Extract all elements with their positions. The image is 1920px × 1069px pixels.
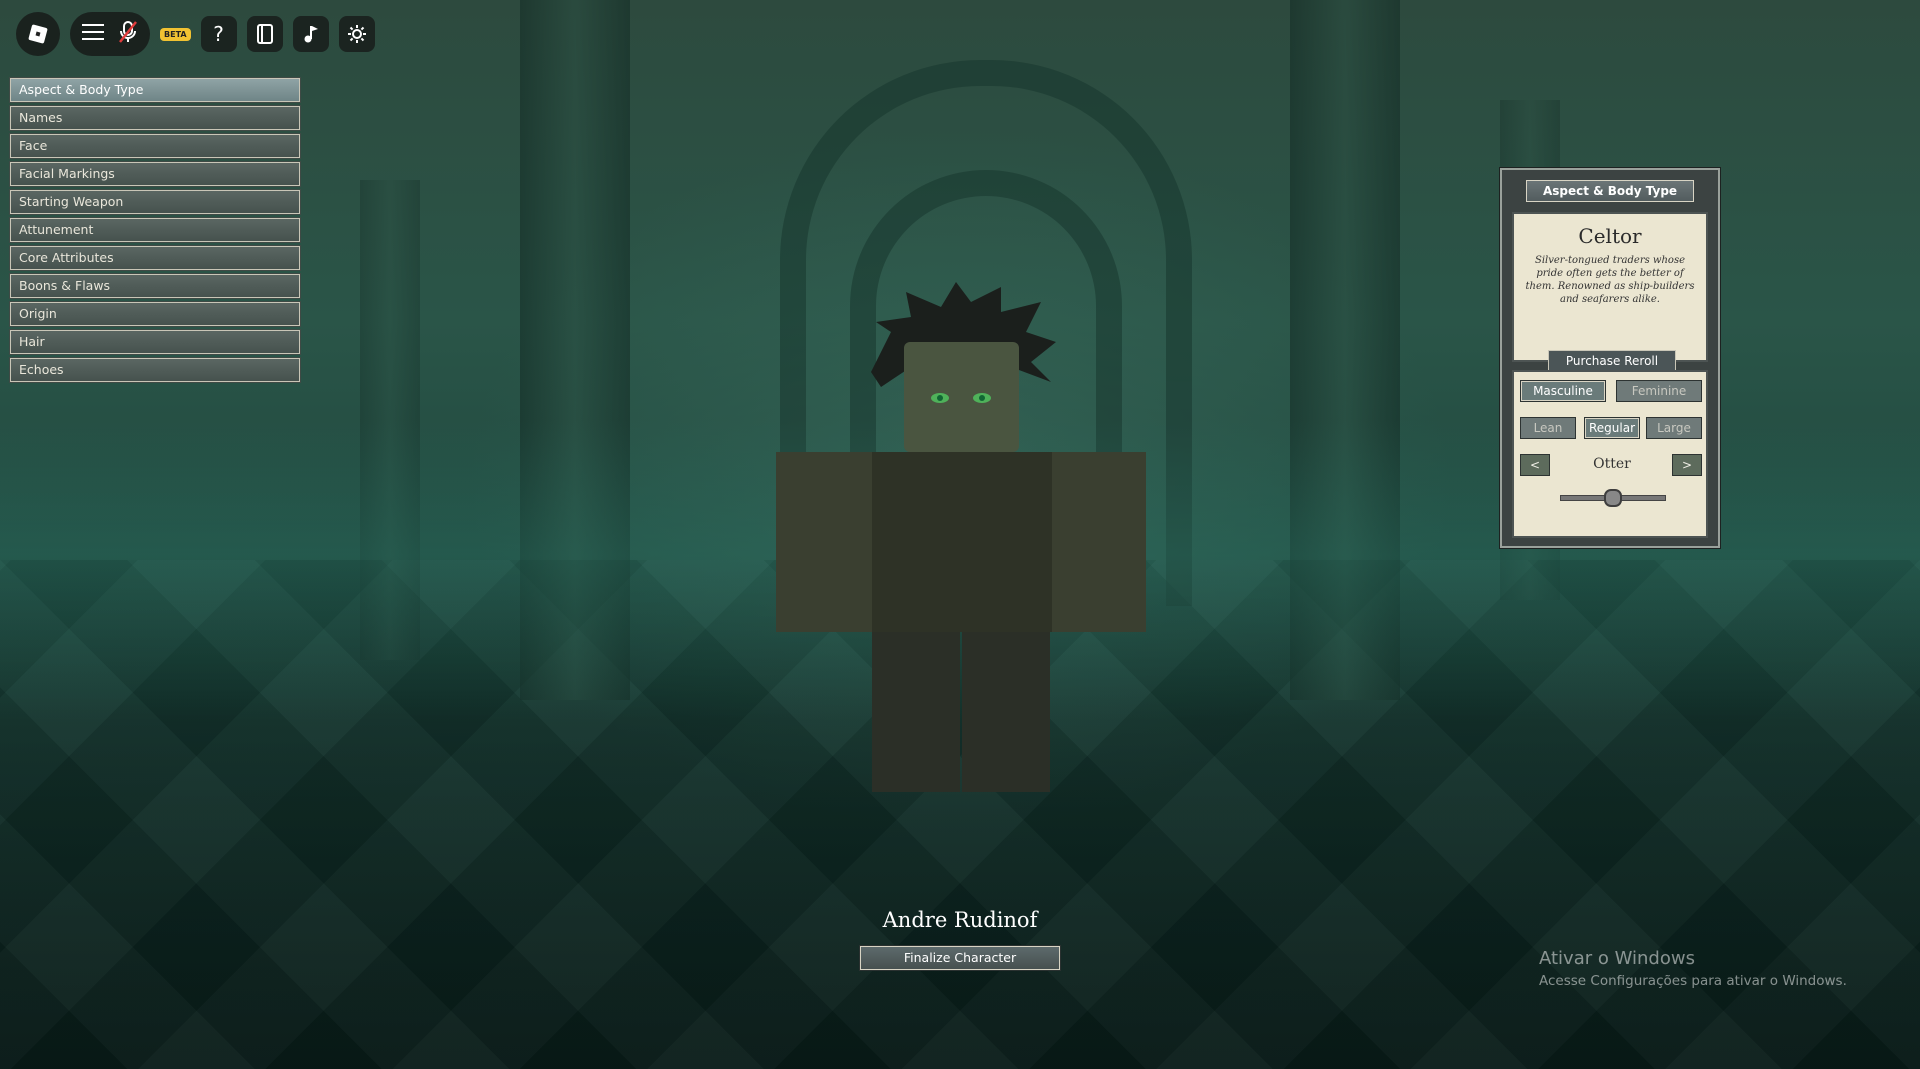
- character-torso: [872, 452, 1052, 632]
- menu-item-names[interactable]: Names: [9, 105, 301, 131]
- settings-button[interactable]: [338, 16, 375, 52]
- menu-item-echoes[interactable]: Echoes: [9, 357, 301, 383]
- slider-knob[interactable]: [1604, 489, 1622, 507]
- roblox-menu-button[interactable]: [16, 12, 60, 56]
- menu-item-core-attributes[interactable]: Core Attributes: [9, 245, 301, 271]
- music-note-icon: [304, 26, 318, 43]
- variant-next-button[interactable]: >: [1672, 454, 1702, 476]
- variant-label: Otter: [1593, 456, 1631, 472]
- character-model: [776, 282, 1146, 792]
- race-description: Silver-tongued traders whose pride often…: [1525, 255, 1695, 305]
- help-button[interactable]: ?: [200, 16, 237, 52]
- body-options: Masculine Feminine Lean Regular Large < …: [1512, 370, 1708, 538]
- roblox-logo-icon: [28, 24, 48, 44]
- menu-item-aspect-body-type[interactable]: Aspect & Body Type: [9, 77, 301, 103]
- regular-button[interactable]: Regular: [1584, 417, 1640, 439]
- windows-activation-watermark: Ativar o Windows Acesse Configurações pa…: [1539, 948, 1847, 989]
- watermark-title: Ativar o Windows: [1539, 948, 1695, 969]
- character-eyes: [926, 390, 996, 404]
- menu-item-starting-weapon[interactable]: Starting Weapon: [9, 189, 301, 215]
- menu-item-hair[interactable]: Hair: [9, 329, 301, 355]
- menu-item-face[interactable]: Face: [9, 133, 301, 159]
- menu-item-origin[interactable]: Origin: [9, 301, 301, 327]
- microphone-muted-icon[interactable]: [118, 20, 138, 48]
- music-button[interactable]: [292, 16, 329, 52]
- watermark-subtitle: Acesse Configurações para ativar o Windo…: [1539, 973, 1847, 989]
- beta-badge: BETA: [160, 27, 191, 41]
- large-button[interactable]: Large: [1646, 417, 1702, 439]
- menu-item-facial-markings[interactable]: Facial Markings: [9, 161, 301, 187]
- journal-button[interactable]: [246, 16, 283, 52]
- menu-item-attunement[interactable]: Attunement: [9, 217, 301, 243]
- race-info-card: Celtor Silver-tongued traders whose prid…: [1512, 212, 1708, 372]
- lean-button[interactable]: Lean: [1520, 417, 1576, 439]
- question-mark-icon: ?: [213, 22, 224, 46]
- panel-title: Aspect & Body Type: [1526, 180, 1694, 202]
- variant-slider[interactable]: [1560, 489, 1666, 507]
- masculine-button[interactable]: Masculine: [1520, 380, 1606, 402]
- character-right-leg: [962, 632, 1050, 792]
- character-name: Andre Rudinof: [882, 908, 1038, 932]
- aspect-body-type-panel: Aspect & Body Type Celtor Silver-tongued…: [1499, 167, 1721, 549]
- finalize-character-button[interactable]: Finalize Character: [859, 945, 1061, 971]
- race-name: Celtor: [1578, 224, 1642, 248]
- character-left-leg: [872, 632, 960, 792]
- character-left-arm: [776, 452, 872, 632]
- character-right-arm: [1052, 452, 1146, 632]
- hamburger-menu-icon[interactable]: [82, 23, 104, 45]
- gear-icon: [347, 25, 366, 43]
- chat-voice-pill: [70, 12, 150, 56]
- menu-item-boons-flaws[interactable]: Boons & Flaws: [9, 273, 301, 299]
- category-menu: Aspect & Body Type Names Face Facial Mar…: [9, 77, 301, 386]
- variant-prev-button[interactable]: <: [1520, 454, 1550, 476]
- feminine-button[interactable]: Feminine: [1616, 380, 1702, 402]
- roblox-topbar: BETA ?: [16, 12, 375, 56]
- book-icon: [256, 24, 273, 44]
- purchase-reroll-button[interactable]: Purchase Reroll: [1548, 350, 1676, 372]
